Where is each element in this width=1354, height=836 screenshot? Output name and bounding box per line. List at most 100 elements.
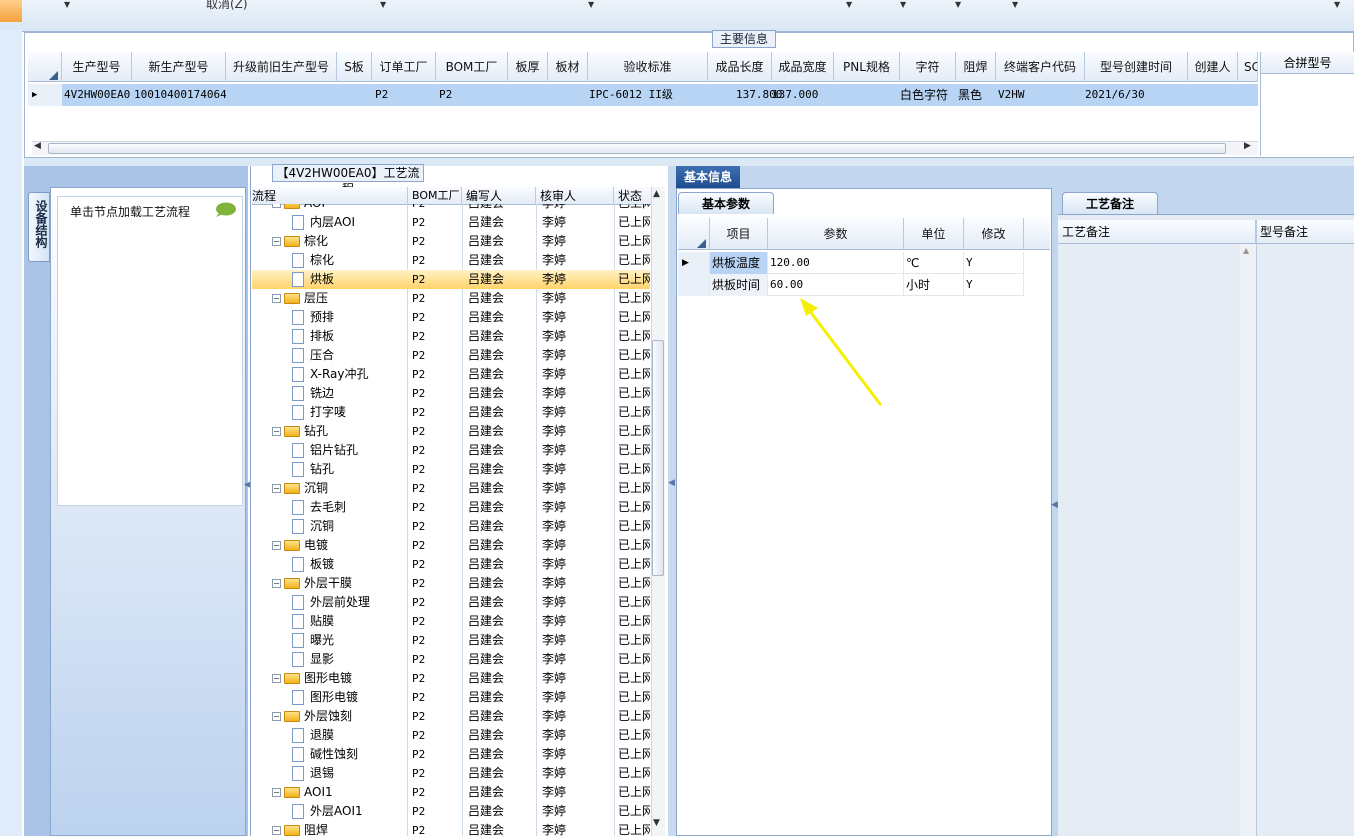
tree-node[interactable]: − 沉铜 [272, 479, 408, 498]
collapse-toggle-icon[interactable]: − [272, 294, 281, 303]
merge-model-header[interactable]: 合拼型号 [1261, 52, 1354, 74]
params-col-modify[interactable]: 修改 [964, 218, 1024, 250]
tree-item-row[interactable]: 曝光 P2 吕建会 李婷 已上网 [252, 631, 650, 650]
scroll-up-icon[interactable]: ▲ [1243, 246, 1249, 255]
tree-group-row[interactable]: − 棕化 P2 吕建会 李婷 已上网 [252, 232, 650, 251]
params-col-value[interactable]: 参数 [768, 218, 904, 250]
tree-node[interactable]: 显影 [292, 650, 408, 669]
tree-node[interactable]: 曝光 [292, 631, 408, 650]
tree-node[interactable]: 铣边 [292, 384, 408, 403]
tab-process-notes[interactable]: 工艺备注 [1062, 192, 1158, 214]
param-unit[interactable]: ℃ [904, 252, 964, 274]
tree-scroll-thumb[interactable] [652, 340, 664, 576]
tree-item-row[interactable]: 图形电镀 P2 吕建会 李婷 已上网 [252, 688, 650, 707]
tree-group-row[interactable]: − 层压 P2 吕建会 李婷 已上网 [252, 289, 650, 308]
scroll-up-icon[interactable]: ▲ [653, 189, 660, 199]
param-value[interactable]: 120.00 [768, 252, 904, 274]
tree-col-reviewer[interactable]: 核审人 [536, 187, 614, 205]
column-header[interactable]: 创建人 [1188, 52, 1238, 82]
tree-group-row[interactable]: − 电镀 P2 吕建会 李婷 已上网 [252, 536, 650, 555]
table-row[interactable]: ▶ 烘板温度 120.00 ℃ Y [678, 252, 1024, 274]
tree-item-row[interactable]: 沉铜 P2 吕建会 李婷 已上网 [252, 517, 650, 536]
tree-node[interactable]: 压合 [292, 346, 408, 365]
tree-item-row[interactable]: 外层AOI1 P2 吕建会 李婷 已上网 [252, 802, 650, 821]
dropdown-arrow-icon[interactable]: ▼ [846, 0, 852, 9]
tree-item-row[interactable]: 排板 P2 吕建会 李婷 已上网 [252, 327, 650, 346]
tree-node[interactable]: − 钻孔 [272, 422, 408, 441]
cell-model[interactable]: 4V2HW00EA0 [62, 84, 132, 106]
tree-group-row[interactable]: − AOI1 P2 吕建会 李婷 已上网 [252, 783, 650, 802]
row-selector-header[interactable] [28, 52, 62, 82]
cell-width[interactable]: 137.000 [770, 84, 832, 106]
column-header[interactable]: 升级前旧生产型号 [226, 52, 337, 82]
tree-node[interactable]: 钻孔 [292, 460, 408, 479]
tree-item-row[interactable]: 内层AOI P2 吕建会 李婷 已上网 [252, 213, 650, 232]
tree-item-row[interactable]: 烘板 P2 吕建会 李婷 已上网 [252, 270, 650, 289]
collapse-toggle-icon[interactable]: − [272, 712, 281, 721]
tree-item-row[interactable]: 碱性蚀刻 P2 吕建会 李婷 已上网 [252, 745, 650, 764]
column-header[interactable]: 型号创建时间 [1085, 52, 1188, 82]
collapse-toggle-icon[interactable]: − [272, 674, 281, 683]
splitter-arrow-icon[interactable]: ◀ [668, 478, 675, 488]
tree-item-row[interactable]: 铝片钻孔 P2 吕建会 李婷 已上网 [252, 441, 650, 460]
cell-new-model[interactable]: 10010400174064 [132, 84, 226, 106]
tree-item-row[interactable]: 铣边 P2 吕建会 李婷 已上网 [252, 384, 650, 403]
cell-order-factory[interactable]: P2 [373, 84, 413, 106]
scroll-left-icon[interactable]: ◀ [34, 141, 41, 151]
cell-created[interactable]: 2021/6/30 [1083, 84, 1183, 106]
tab-basic-info[interactable]: 基本信息 [676, 166, 740, 188]
tree-item-row[interactable]: X-Ray冲孔 P2 吕建会 李婷 已上网 [252, 365, 650, 384]
tree-node[interactable]: 预排 [292, 308, 408, 327]
collapse-toggle-icon[interactable]: − [272, 427, 281, 436]
row-selector[interactable] [678, 274, 710, 296]
tree-item-row[interactable]: 显影 P2 吕建会 李婷 已上网 [252, 650, 650, 669]
scroll-down-icon[interactable]: ▼ [653, 818, 660, 828]
column-header[interactable]: 字符 [900, 52, 956, 82]
tree-item-row[interactable]: 贴膜 P2 吕建会 李婷 已上网 [252, 612, 650, 631]
tree-node[interactable]: 退膜 [292, 726, 408, 745]
tree-node[interactable]: − 图形电镀 [272, 669, 408, 688]
table-row[interactable]: 烘板时间 60.00 小时 Y [678, 274, 1024, 296]
params-col-unit[interactable]: 单位 [904, 218, 964, 250]
notes-col-model[interactable]: 型号备注 [1256, 220, 1354, 244]
column-header[interactable]: 阻焊 [956, 52, 996, 82]
tree-item-row[interactable]: 退膜 P2 吕建会 李婷 已上网 [252, 726, 650, 745]
tree-node[interactable]: − 电镀 [272, 536, 408, 555]
collapse-toggle-icon[interactable]: − [272, 579, 281, 588]
tree-node[interactable]: 沉铜 [292, 517, 408, 536]
column-header[interactable]: 板厚 [508, 52, 548, 82]
tree-item-row[interactable]: 预排 P2 吕建会 李婷 已上网 [252, 308, 650, 327]
tree-node[interactable]: 退锡 [292, 764, 408, 783]
notes-col-process[interactable]: 工艺备注 [1058, 220, 1256, 244]
dropdown-arrow-icon[interactable]: ▼ [380, 0, 386, 9]
param-modify[interactable]: Y [964, 252, 1024, 274]
tree-item-row[interactable]: 外层前处理 P2 吕建会 李婷 已上网 [252, 593, 650, 612]
tree-item-row[interactable]: 打字唛 P2 吕建会 李婷 已上网 [252, 403, 650, 422]
tree-node[interactable]: 排板 [292, 327, 408, 346]
tree-group-row[interactable]: − 沉铜 P2 吕建会 李婷 已上网 [252, 479, 650, 498]
tree-group-row[interactable]: − 图形电镀 P2 吕建会 李婷 已上网 [252, 669, 650, 688]
tree-item-row[interactable]: 去毛刺 P2 吕建会 李婷 已上网 [252, 498, 650, 517]
tree-node[interactable]: − 棕化 [272, 232, 408, 251]
table-row[interactable]: ▶ 4V2HW00EA0 10010400174064 P2 P2 IPC-60… [28, 84, 1258, 106]
tree-item-row[interactable]: 压合 P2 吕建会 李婷 已上网 [252, 346, 650, 365]
cancel-button[interactable]: 取消(Z) [206, 0, 248, 12]
tree-node[interactable]: 图形电镀 [292, 688, 408, 707]
dropdown-arrow-icon[interactable]: ▼ [588, 0, 594, 9]
column-header[interactable]: 成品宽度 [772, 52, 834, 82]
collapse-toggle-icon[interactable]: − [272, 826, 281, 835]
tree-node[interactable]: 内层AOI [292, 213, 408, 232]
collapse-toggle-icon[interactable]: − [272, 484, 281, 493]
cell-standard[interactable]: IPC-6012 II级 [587, 84, 707, 106]
dropdown-arrow-icon[interactable]: ▼ [900, 0, 906, 9]
tree-item-row[interactable]: 钻孔 P2 吕建会 李婷 已上网 [252, 460, 650, 479]
column-header[interactable]: PNL规格 [834, 52, 900, 82]
tree-node[interactable]: 外层前处理 [292, 593, 408, 612]
tree-node[interactable]: 贴膜 [292, 612, 408, 631]
tree-node[interactable]: − 层压 [272, 289, 408, 308]
tree-node[interactable]: − AOI [272, 204, 408, 213]
dropdown-arrow-icon[interactable]: ▼ [1334, 0, 1340, 9]
cell-customer[interactable]: V2HW [996, 84, 1076, 106]
middle-splitter[interactable] [668, 166, 676, 836]
dropdown-arrow-icon[interactable]: ▼ [955, 0, 961, 9]
